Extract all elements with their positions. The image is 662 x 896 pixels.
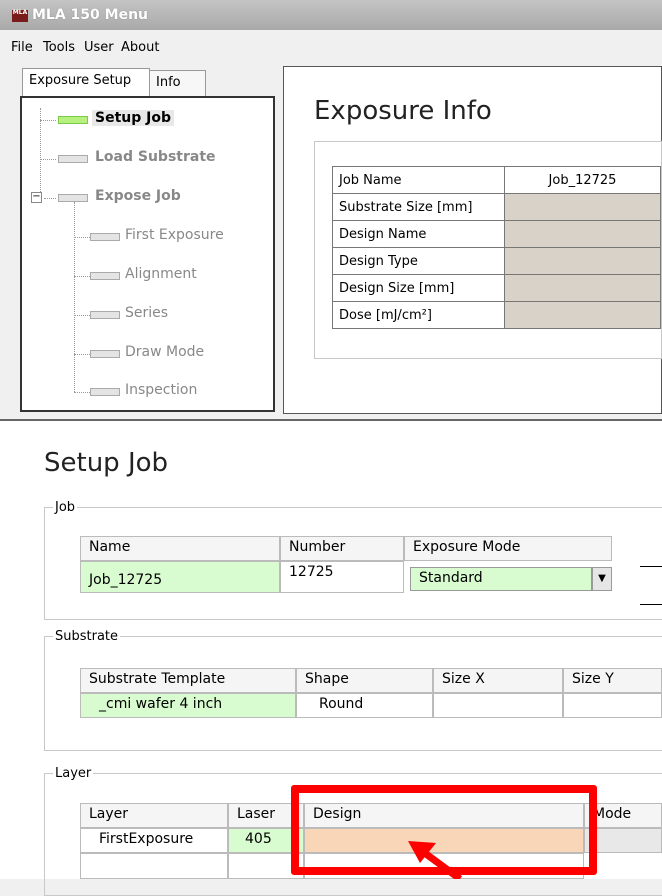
dropdown-arrow-icon[interactable]: ▼ [592, 567, 612, 591]
node-icon [90, 233, 120, 241]
menu-user[interactable]: User [84, 40, 114, 55]
menu-tools[interactable]: Tools [43, 40, 75, 55]
exposure-info-title: Exposure Info [314, 96, 492, 126]
shape-field[interactable]: Round [296, 693, 433, 718]
layer-header: Layer [80, 803, 228, 828]
tree-item-load-substrate[interactable]: Load Substrate [95, 149, 216, 165]
size-x-field[interactable] [433, 693, 563, 718]
job-name-header: Name [80, 536, 280, 561]
size-y-field[interactable] [563, 693, 662, 718]
menu-file[interactable]: File [11, 40, 33, 55]
tree-item-draw-mode[interactable]: Draw Mode [125, 344, 204, 360]
layer-field[interactable]: FirstExposure [80, 828, 228, 853]
substrate-template-field[interactable]: _cmi wafer 4 inch [80, 693, 296, 718]
tree-item-series[interactable]: Series [125, 305, 168, 321]
exposure-mode-header: Exposure Mode [404, 536, 612, 561]
row-label: Design Name [332, 220, 505, 248]
row-label: Dose [mJ/cm²] [332, 301, 505, 329]
tree-item-alignment[interactable]: Alignment [125, 266, 197, 282]
tab-info[interactable]: Info [149, 70, 206, 96]
divider [640, 604, 662, 605]
node-icon [90, 350, 120, 358]
row-value: Job_12725 [504, 166, 661, 194]
job-number-header: Number [280, 536, 404, 561]
shape-header: Shape [296, 668, 433, 693]
job-group-label: Job [55, 500, 76, 515]
node-active-icon [58, 116, 88, 124]
setup-job-title: Setup Job [44, 448, 169, 478]
navigation-tree: − Setup Job Load Substrate Expose Job Fi… [20, 96, 275, 412]
window-titlebar: MLA MLA 150 Menu [0, 0, 662, 30]
exposure-info-table: Job Name Job_12725 Substrate Size [mm] D… [332, 166, 661, 329]
row-value [504, 301, 661, 329]
node-icon [58, 194, 88, 202]
size-x-header: Size X [433, 668, 563, 693]
table-row: Design Name [332, 220, 661, 248]
row-value [504, 274, 661, 302]
table-row: Design Size [mm] [332, 274, 661, 302]
tab-exposure-setup[interactable]: Exposure Setup [22, 68, 150, 96]
pointer-arrow-icon [408, 841, 463, 879]
job-number-field[interactable]: 12725 [280, 561, 404, 593]
node-icon [90, 272, 120, 280]
node-icon [58, 155, 88, 163]
job-name-field[interactable]: Job_12725 [80, 561, 280, 593]
layer-group-label: Layer [55, 766, 92, 781]
table-row: Dose [mJ/cm²] [332, 301, 661, 329]
app-logo-icon: MLA [12, 10, 28, 22]
row-label: Design Size [mm] [332, 274, 505, 302]
window-title: MLA 150 Menu [32, 7, 149, 23]
table-row: Design Type [332, 247, 661, 275]
table-row: Substrate Size [mm] [332, 193, 661, 221]
tree-item-expose-job[interactable]: Expose Job [95, 188, 181, 204]
row-value [504, 247, 661, 275]
row-label: Design Type [332, 247, 505, 275]
row-value [504, 193, 661, 221]
empty-layer-cell[interactable] [80, 853, 228, 879]
table-row: Job Name Job_12725 [332, 166, 661, 194]
tree-item-inspection[interactable]: Inspection [125, 382, 197, 398]
row-value [504, 220, 661, 248]
substrate-group-label: Substrate [55, 629, 119, 644]
tree-item-setup-job[interactable]: Setup Job [92, 110, 174, 126]
substrate-template-header: Substrate Template [80, 668, 296, 693]
expand-collapse-icon[interactable]: − [31, 192, 42, 203]
node-icon [90, 388, 120, 396]
divider [640, 566, 662, 567]
size-y-header: Size Y [563, 668, 662, 693]
exposure-mode-select[interactable]: Standard [410, 567, 592, 591]
node-icon [90, 311, 120, 319]
row-label: Substrate Size [mm] [332, 193, 505, 221]
menu-about[interactable]: About [121, 40, 159, 55]
tree-item-first-exposure[interactable]: First Exposure [125, 227, 224, 243]
row-label: Job Name [332, 166, 505, 194]
